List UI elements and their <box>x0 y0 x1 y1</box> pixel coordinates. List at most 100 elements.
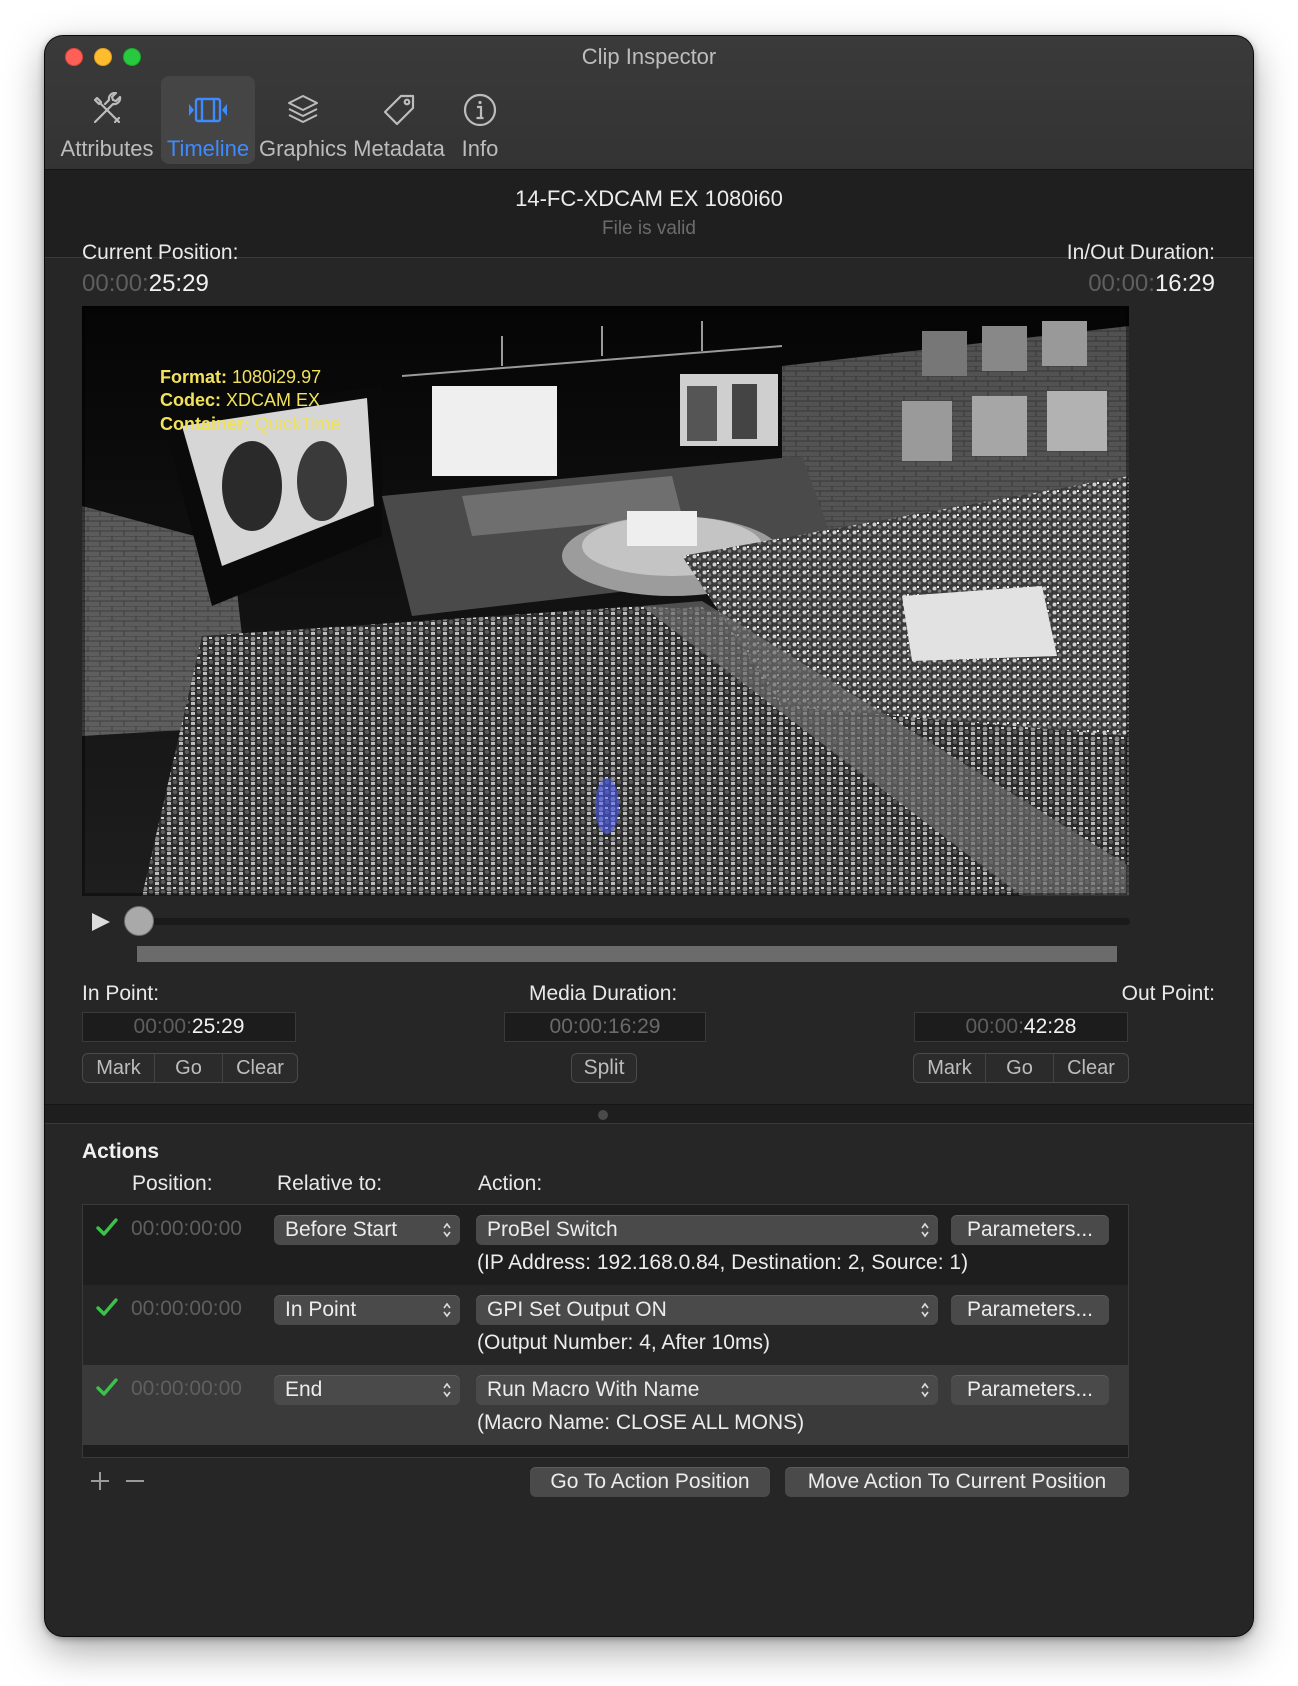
in-point-label: In Point: <box>82 982 160 1005</box>
in-clear-button[interactable]: Clear <box>223 1054 297 1082</box>
tab-info[interactable]: Info <box>449 76 511 164</box>
relative-column-header: Relative to: <box>277 1172 383 1195</box>
layers-icon <box>279 86 327 134</box>
tab-graphics[interactable]: Graphics <box>257 76 349 164</box>
media-duration-label: Media Duration: <box>529 982 678 1005</box>
tab-graphics-label: Graphics <box>258 136 348 161</box>
action-select[interactable]: ProBel Switch <box>476 1215 938 1245</box>
relative-to-select[interactable]: Before Start <box>274 1215 460 1245</box>
playhead-knob[interactable] <box>124 906 154 936</box>
title-bar: Clip Inspector Attributes Timeline Graph… <box>45 36 1253 170</box>
in-go-button[interactable]: Go <box>155 1054 223 1082</box>
checkmark-icon[interactable] <box>95 1375 119 1399</box>
action-column-header: Action: <box>478 1172 543 1195</box>
actions-title: Actions <box>82 1140 160 1163</box>
overlay-codec-value: XDCAM EX <box>226 390 320 410</box>
checkmark-icon[interactable] <box>95 1215 119 1239</box>
tab-attributes-label: Attributes <box>60 136 154 161</box>
relative-to-select[interactable]: End <box>274 1375 460 1405</box>
current-position-label: Current Position: <box>82 241 239 264</box>
action-select[interactable]: GPI Set Output ON <box>476 1295 938 1325</box>
svg-text:Format:1080i29.97: Format: 1080i29.97 <box>160 367 321 387</box>
move-action-to-current-position-button[interactable]: Move Action To Current Position <box>785 1467 1129 1497</box>
inspector-toolbar: Attributes Timeline Graphics Metadata In… <box>55 76 513 166</box>
tab-attributes[interactable]: Attributes <box>55 76 159 164</box>
split-button[interactable]: Split <box>571 1053 637 1083</box>
action-value: Run Macro With Name <box>487 1378 700 1401</box>
chevron-updown-icon <box>443 1382 451 1398</box>
overlay-format-value: 1080i29.97 <box>232 367 321 387</box>
window-title: Clip Inspector <box>581 44 717 69</box>
tools-icon <box>83 86 131 134</box>
relative-to-value: Before Start <box>285 1218 398 1241</box>
chevron-updown-icon <box>921 1302 929 1318</box>
svg-text:Codec:XDCAM EX: Codec: XDCAM EX <box>160 390 320 410</box>
plus-icon <box>91 1472 109 1490</box>
inout-duration-label: In/Out Duration: <box>1066 241 1215 264</box>
film-strip-icon <box>184 86 232 134</box>
info-icon <box>456 86 504 134</box>
overlay-container-label: Container: <box>160 414 250 434</box>
tab-metadata-label: Metadata <box>353 136 445 161</box>
media-duration-field: 00:00:16:29 <box>504 1012 706 1042</box>
auditorium-frame-image: Format: 1080i29.97 Codec: XDCAM EX Contain… <box>82 306 1129 896</box>
go-to-action-position-button[interactable]: Go To Action Position <box>530 1467 770 1497</box>
action-value: ProBel Switch <box>487 1218 618 1241</box>
minus-icon <box>126 1480 144 1482</box>
clip-name: 14-FC-XDCAM EX 1080i60 <box>515 186 783 211</box>
actions-table: 00:00:00:00 Before Start ProBel Switch P… <box>82 1204 1129 1458</box>
tab-timeline[interactable]: Timeline <box>161 76 255 164</box>
out-mark-button[interactable]: Mark <box>914 1054 986 1082</box>
chevron-updown-icon <box>443 1302 451 1318</box>
table-row[interactable]: 00:00:00:00 Before Start ProBel Switch P… <box>83 1205 1128 1285</box>
in-point-controls: Mark Go Clear <box>82 1053 298 1083</box>
tab-metadata[interactable]: Metadata <box>351 76 447 164</box>
in-out-range-bar <box>137 946 1117 962</box>
remove-action-button[interactable] <box>122 1468 148 1494</box>
out-point-label: Out Point: <box>1121 982 1215 1005</box>
action-detail: (Output Number: 4, After 10ms) <box>477 1331 770 1354</box>
out-go-button[interactable]: Go <box>986 1054 1054 1082</box>
tab-info-label: Info <box>461 136 499 161</box>
playhead-scrubber[interactable] <box>127 918 1130 925</box>
action-position: 00:00:00:00 <box>131 1297 242 1320</box>
play-icon <box>92 913 110 931</box>
action-select[interactable]: Run Macro With Name <box>476 1375 938 1405</box>
out-point-field[interactable]: 00:00: 42:28 <box>914 1012 1128 1042</box>
video-preview: Format: 1080i29.97 Codec: XDCAM EX Contain… <box>82 306 1129 896</box>
add-action-button[interactable] <box>87 1468 113 1494</box>
parameters-button[interactable]: Parameters... <box>951 1295 1109 1325</box>
action-position: 00:00:00:00 <box>131 1217 242 1240</box>
inout-duration-timecode: 00:00:16:29 <box>1088 270 1215 297</box>
action-value: GPI Set Output ON <box>487 1298 667 1321</box>
parameters-button[interactable]: Parameters... <box>951 1375 1109 1405</box>
relative-to-value: End <box>285 1378 323 1401</box>
clip-inspector-window: Clip Inspector Attributes Timeline Graph… <box>45 36 1253 1636</box>
chevron-updown-icon <box>921 1382 929 1398</box>
action-detail: (Macro Name: CLOSE ALL MONS) <box>477 1411 805 1434</box>
action-detail: (IP Address: 192.168.0.84, Destination: … <box>477 1251 969 1274</box>
divider-handle[interactable] <box>598 1110 608 1120</box>
parameters-button[interactable]: Parameters... <box>951 1215 1109 1245</box>
out-clear-button[interactable]: Clear <box>1054 1054 1128 1082</box>
chevron-updown-icon <box>443 1222 451 1238</box>
action-position: 00:00:00:00 <box>131 1377 242 1400</box>
table-row[interactable]: 00:00:00:00 In Point GPI Set Output ON P… <box>83 1285 1128 1365</box>
relative-to-select[interactable]: In Point <box>274 1295 460 1325</box>
overlay-container-value: QuickTime <box>255 414 340 434</box>
position-column-header: Position: <box>132 1172 213 1195</box>
tag-icon <box>375 86 423 134</box>
in-point-field[interactable]: 00:00: 25:29 <box>82 1012 296 1042</box>
out-point-controls: Mark Go Clear <box>913 1053 1129 1083</box>
checkmark-icon[interactable] <box>95 1295 119 1319</box>
overlay-codec-label: Codec: <box>160 390 221 410</box>
clip-status: File is valid <box>602 218 696 239</box>
in-mark-button[interactable]: Mark <box>83 1054 155 1082</box>
relative-to-value: In Point <box>285 1298 357 1321</box>
play-button[interactable] <box>88 910 116 934</box>
chevron-updown-icon <box>921 1222 929 1238</box>
current-position-timecode: 00:00:25:29 <box>82 270 209 297</box>
table-row[interactable]: 00:00:00:00 End Run Macro With Name Para… <box>83 1365 1128 1445</box>
split-view-divider[interactable] <box>45 1104 1253 1124</box>
overlay-format-label: Format: <box>160 367 227 387</box>
